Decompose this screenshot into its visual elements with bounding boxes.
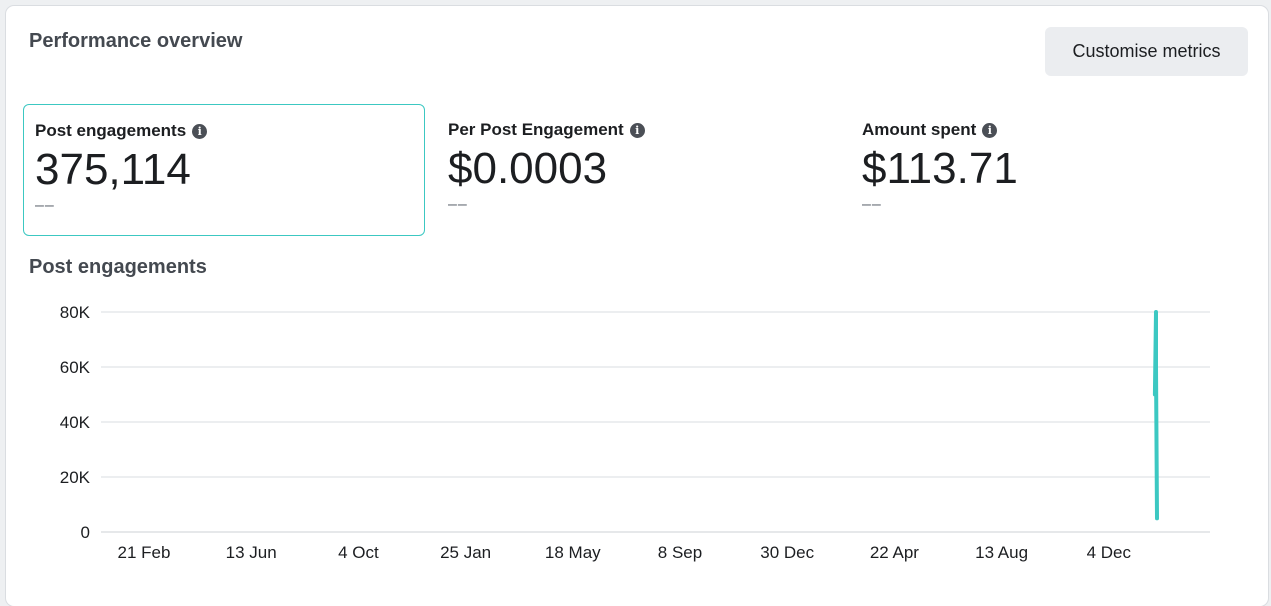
performance-overview-card: Performance overview Customise metrics P… [6,6,1268,606]
x-tick-label: 4 Oct [338,543,379,562]
y-tick-label: 20K [60,468,91,487]
x-tick-label: 18 May [545,543,601,562]
y-tick-label: 40K [60,413,91,432]
y-tick-label: 80K [60,303,91,322]
x-tick-label: 21 Feb [118,543,171,562]
x-tick-label: 13 Aug [975,543,1028,562]
x-tick-label: 30 Dec [760,543,814,562]
series-line [1152,310,1159,521]
y-tick-label: 60K [60,358,91,377]
x-tick-label: 8 Sep [658,543,702,562]
x-tick-label: 25 Jan [440,543,491,562]
x-tick-label: 22 Apr [870,543,919,562]
x-tick-label: 13 Jun [226,543,277,562]
engagement-line-chart: 0 20K 40K 60K 80K 21 Feb 13 Jun 4 Oct 25 Jan 18 M… [60,303,1210,562]
y-tick-label: 0 [81,523,90,542]
x-tick-label: 4 Dec [1087,543,1132,562]
